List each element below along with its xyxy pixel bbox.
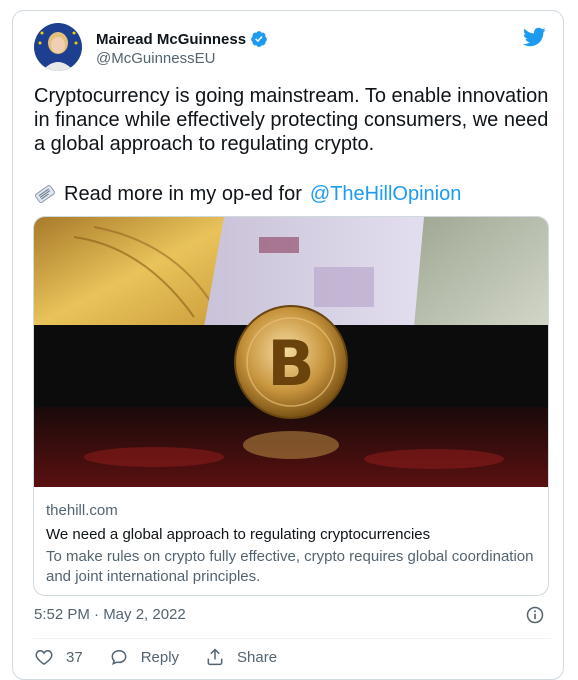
article-image: B xyxy=(34,217,548,487)
info-icon[interactable] xyxy=(525,605,545,625)
reply-button[interactable]: Reply xyxy=(109,647,179,667)
author-name[interactable]: Mairead McGuinness xyxy=(96,31,246,48)
card-title: We need a global approach to regulating … xyxy=(46,526,431,543)
like-button[interactable]: 37 xyxy=(34,647,83,667)
reply-label: Reply xyxy=(140,648,180,666)
card-domain: thehill.com xyxy=(46,502,118,519)
share-button[interactable]: Share xyxy=(205,647,277,667)
readmore-line: Read more in my op-ed for @TheHillOpinio… xyxy=(34,182,461,206)
mention-link[interactable]: @TheHillOpinion xyxy=(310,182,461,206)
divider xyxy=(34,638,551,639)
readmore-text: Read more in my op-ed for xyxy=(64,183,302,205)
tweet-timestamp[interactable]: 5:52 PM · May 2, 2022 xyxy=(34,606,186,623)
action-bar: 37 Reply Share xyxy=(34,647,277,667)
like-count: 37 xyxy=(66,648,83,666)
author-handle[interactable]: @McGuinnessEU xyxy=(96,50,215,67)
svg-text:B: B xyxy=(267,327,314,400)
share-label: Share xyxy=(237,648,278,666)
newspaper-icon xyxy=(35,185,55,203)
card-description: To make rules on crypto fully effective,… xyxy=(46,548,534,585)
tweet-text: Cryptocurrency is going mainstream. To e… xyxy=(34,85,549,155)
reply-icon xyxy=(111,649,127,665)
link-preview-card[interactable]: B thehill.com We need a global approach … xyxy=(33,216,549,596)
avatar[interactable] xyxy=(34,23,82,71)
verified-badge-icon xyxy=(251,31,267,47)
twitter-bird-icon[interactable] xyxy=(522,25,546,49)
tweet-card: Mairead McGuinness @McGuinnessEU Cryptoc… xyxy=(12,10,564,680)
share-icon xyxy=(207,648,223,666)
heart-icon xyxy=(35,649,53,665)
